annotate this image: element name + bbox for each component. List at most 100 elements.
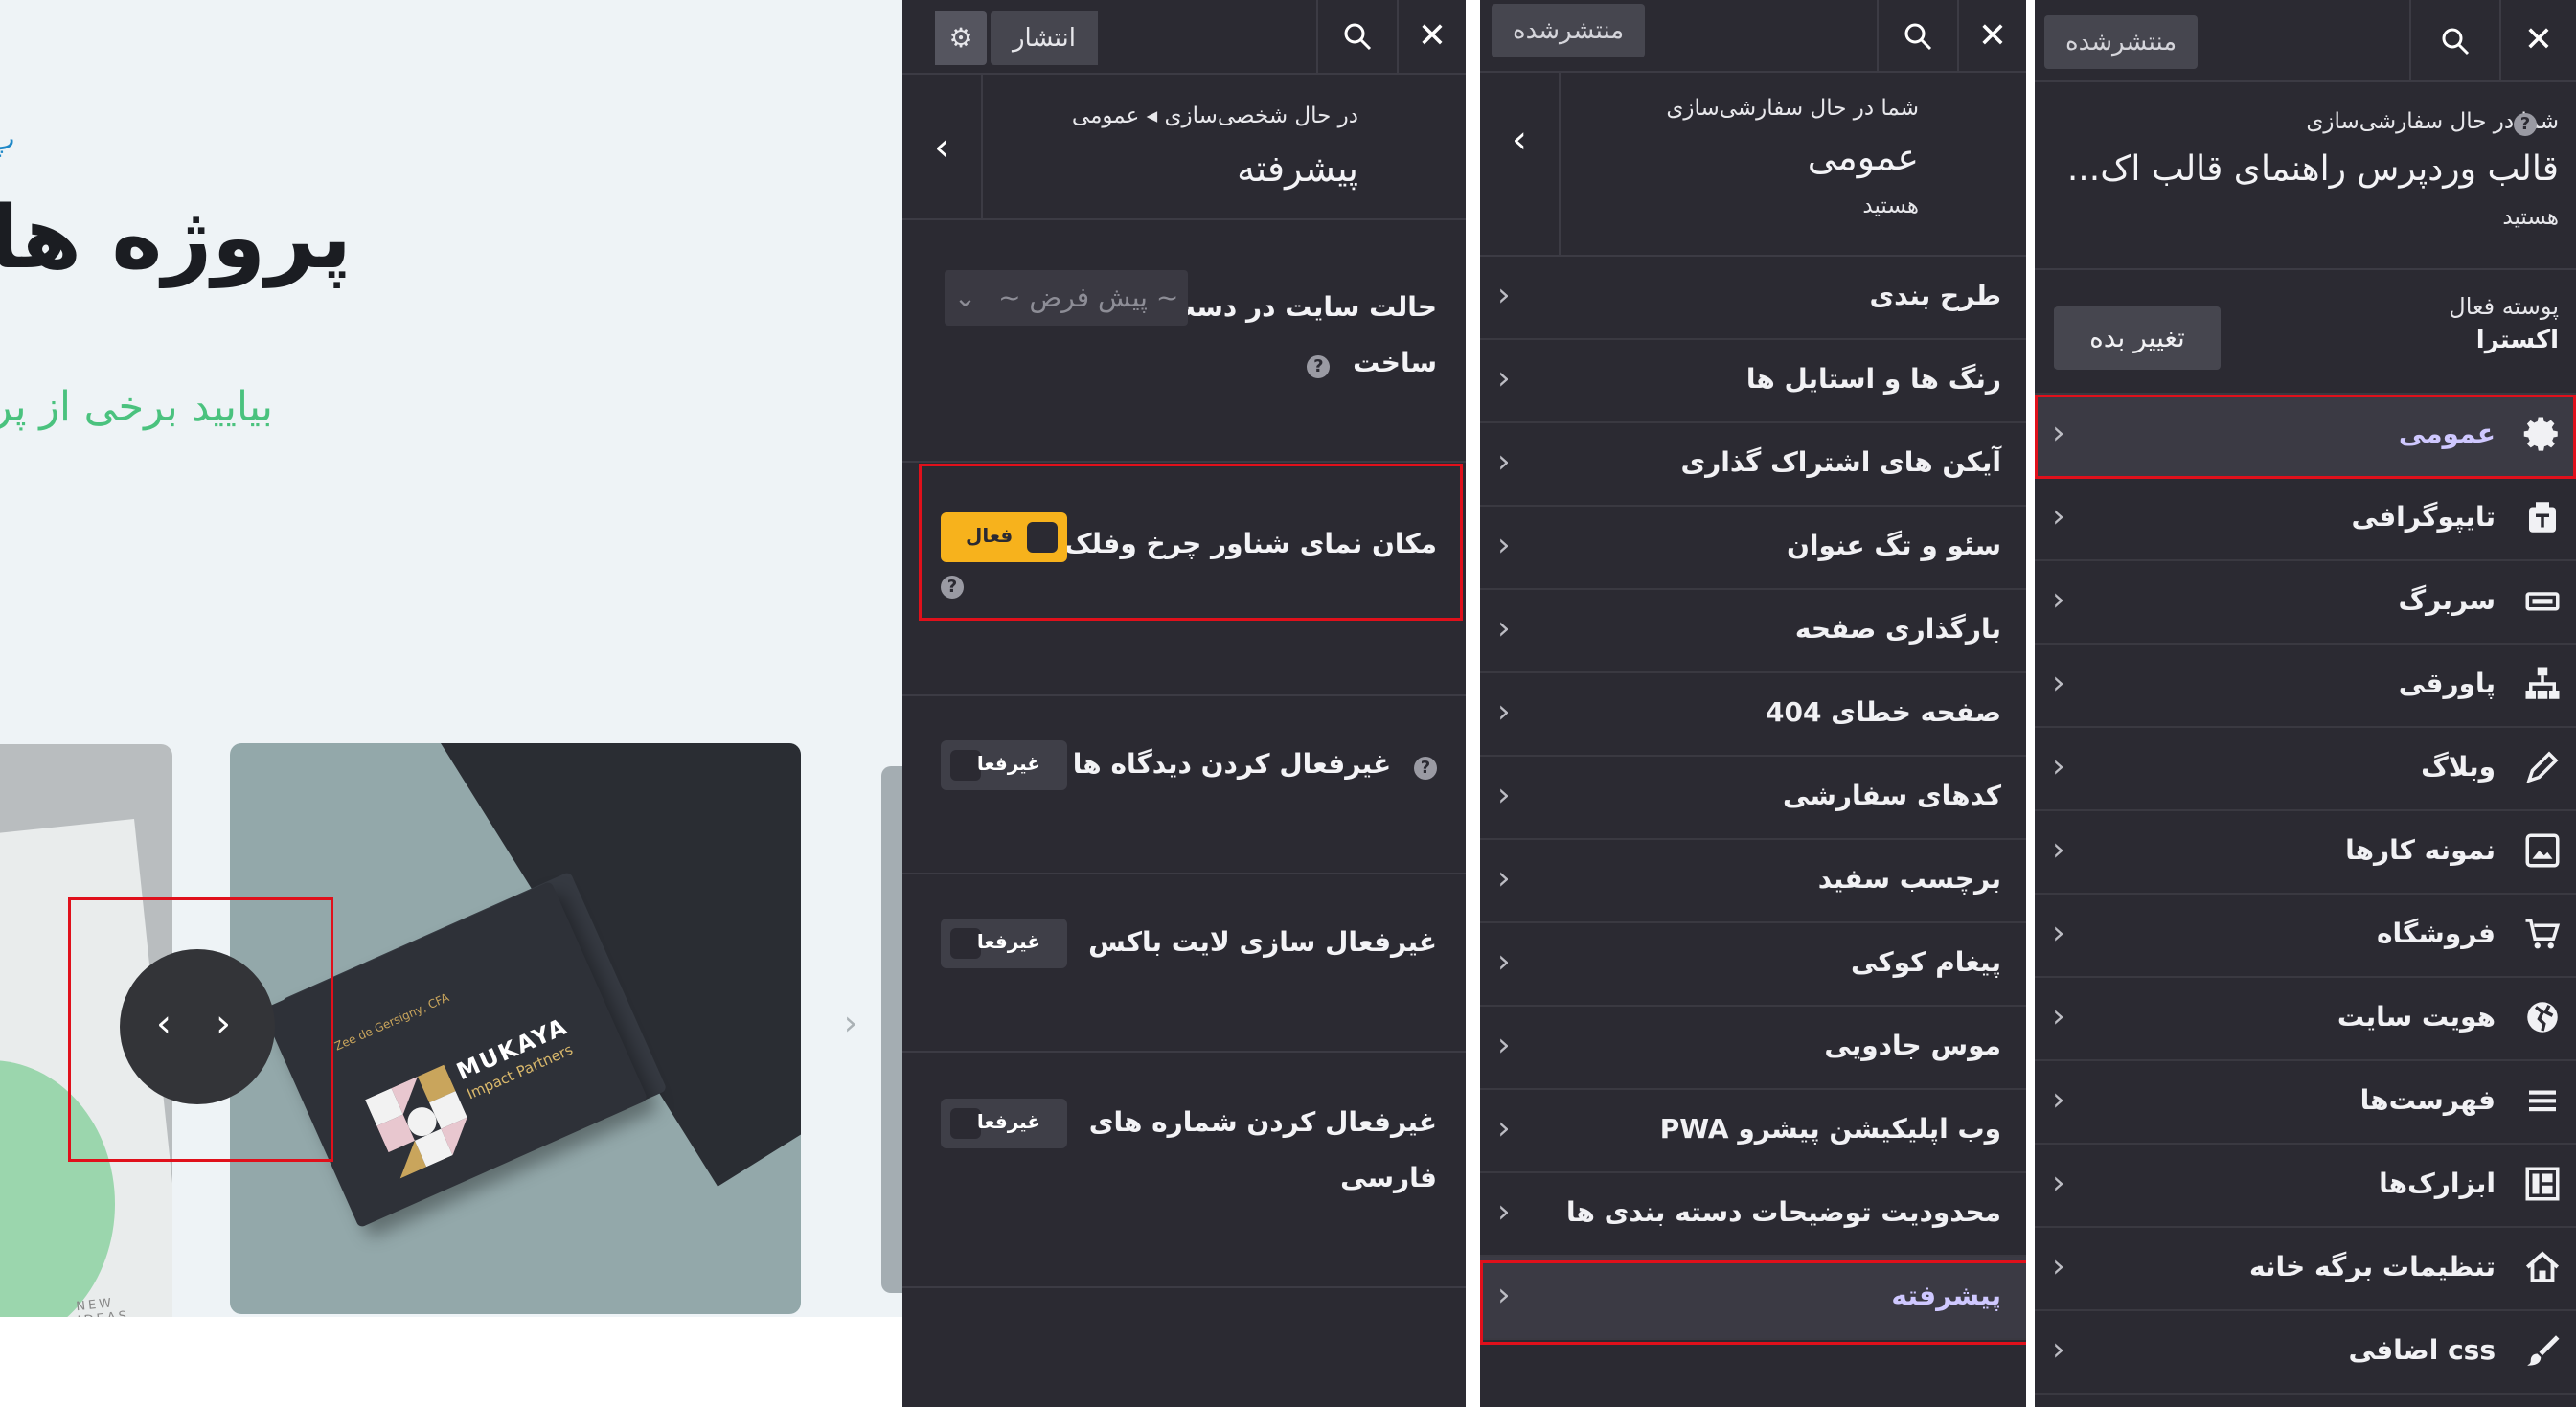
cart-icon [2525,919,2561,949]
publish-settings-button[interactable]: ⚙ [935,11,987,65]
menu-item-white-label[interactable]: برچسب سفید ‹ [1480,840,2026,923]
close-button[interactable]: ✕ [1397,0,1466,73]
section-header: › در حال شخصی‌سازی ◂ عمومی پیشرفته [902,75,1466,220]
toggle-state: فعال [966,524,1014,547]
option-row-disable-lightbox: غیرفعال سازی لایت باکس غیرفعا [902,874,1466,1053]
panel-divider [2026,0,2035,1407]
menu-item-widgets[interactable]: ابزارک‌ها ‹ [2035,1145,2576,1228]
toggle-switch[interactable]: غیرفعا [941,1099,1067,1148]
chevron-left-icon: ‹ [2052,497,2065,535]
menu-item-advanced[interactable]: پیشرفته ‹ [1480,1257,2026,1340]
menu-item-general[interactable]: عمومی ‹ [2035,395,2576,478]
pencil-icon [2526,751,2559,783]
chevron-left-icon[interactable]: ‹ [156,1002,171,1046]
option-label: ? غیرفعال کردن دیدگاه ها [1073,737,1437,792]
close-button[interactable]: ✕ [1957,0,2026,73]
menu-item-share-icons[interactable]: آیکن های اشتراک گذاری ‹ [1480,423,2026,507]
search-button[interactable] [1877,0,1957,73]
customizer-panel-advanced: ✕ انتشار ⚙ › در حال شخصی‌سازی ◂ عمومی پی… [902,0,1466,1407]
chevron-left-icon: ‹ [1497,359,1511,397]
menu-item-menus[interactable]: فهرست‌ها ‹ [2035,1061,2576,1145]
site-mode-select[interactable]: ~ پیش فرض ~ ⌄ [945,270,1188,326]
menu-item-homepage-settings[interactable]: تنظیمات برگه خانه ‹ [2035,1228,2576,1311]
option-label: غیرفعال سازی لایت باکس [1088,926,1437,958]
chevron-left-icon: ‹ [1497,776,1511,814]
chevron-right-icon: › [1512,118,1527,162]
carousel-float-cursor[interactable]: ‹ › [120,949,275,1104]
help-icon[interactable]: ? [941,576,964,599]
toggle-switch[interactable]: فعال [941,512,1067,562]
help-icon[interactable]: ? [1414,757,1437,780]
menu-item-custom-code[interactable]: کدهای سفارشی ‹ [1480,757,2026,840]
help-icon[interactable]: ? [1307,355,1331,378]
portfolio-card-right[interactable] [881,766,902,1293]
chevron-left-icon: ‹ [2052,914,2065,952]
section-title: پیشرفته [1237,148,1358,190]
menu-item-header[interactable]: سربرگ ‹ [2035,561,2576,645]
chevron-right-icon[interactable]: › [216,1002,231,1046]
globe-icon [2527,1002,2558,1033]
back-button[interactable]: › [1480,73,1561,255]
search-icon [1904,23,1932,51]
toggle-switch[interactable]: غیرفعا [941,919,1067,968]
chevron-left-icon: ‹ [2052,664,2065,702]
menu-item-additional-css[interactable]: css اضافی ‹ [2035,1311,2576,1395]
toggle-state: غیرفعا [976,1110,1040,1133]
menu-item-layout[interactable]: طرح بندی ‹ [1480,257,2026,340]
search-button[interactable] [2409,0,2499,80]
option-label-2: فارسی [1340,1162,1437,1193]
help-icon[interactable]: ? [2514,113,2537,136]
active-skin-value: اکسترا [2475,326,2559,354]
chevron-left-icon: ‹ [1497,859,1511,897]
option-label: غیرفعال کردن شماره های [1088,1106,1437,1138]
chevron-left-icon: ‹ [2052,1330,2065,1369]
menu-item-footer[interactable]: پاورقی ‹ [2035,645,2576,728]
toggle-knob [1027,522,1058,553]
close-button[interactable]: ✕ [2499,0,2576,80]
menu-item-portfolio[interactable]: نمونه کارها ‹ [2035,811,2576,895]
menu-item-blog[interactable]: وبلاگ ‹ [2035,728,2576,811]
menu-item-typography[interactable]: تایپوگرافی ‹ [2035,478,2576,561]
chevron-left-icon: ‹ [2052,1080,2065,1119]
publish-button[interactable]: انتشار [991,11,1098,65]
menu-item-magic-mouse[interactable]: موس جادویی ‹ [1480,1007,2026,1090]
search-button[interactable] [1316,0,1397,73]
active-skin-label: پوسته فعال [2449,293,2559,320]
menu-item-404[interactable]: صفحه خطای 404 ‹ [1480,673,2026,757]
menu-item-page-loading[interactable]: بارگذاری صفحه ‹ [1480,590,2026,673]
general-menu-list: طرح بندی ‹ رنگ ها و استایل ها ‹ آیکن های ا… [1480,257,2026,1340]
menu-item-pwa[interactable]: وب اپلیکیشن پیشرو PWA ‹ [1480,1090,2026,1173]
main-menu-list: عمومی ‹ تایپوگرافی ‹ سربرگ ‹ پاورقی ‹ وبلاگ ‹… [2035,393,2576,1395]
business-card-name: Zee de Gersigny, CFA [332,990,451,1054]
search-icon [1344,23,1372,51]
status-button[interactable]: منتشرشده [2044,15,2199,69]
home-icon [2525,1251,2560,1282]
status-button[interactable]: منتشرشده [1492,4,1646,57]
widgets-icon [2525,1167,2560,1201]
breadcrumb: در حال شخصی‌سازی ◂ عمومی [1071,103,1358,128]
menu-item-colors[interactable]: رنگ ها و استایل ها ‹ [1480,340,2026,423]
section-title: عمومی [1807,136,1919,178]
menu-item-shop[interactable]: فروشگاه ‹ [2035,895,2576,978]
customizing-suffix: هستید [2502,205,2559,230]
chevron-left-icon: ‹ [2052,997,2065,1035]
back-button[interactable]: › [902,75,983,218]
chevron-left-icon: ‹ [1497,609,1511,647]
site-mode-label: حالت سایت در دست [1168,291,1437,323]
option-row-carousel-cursor: مکان نمای شناور چرخ وفلک ? فعال [902,463,1466,696]
menu-item-seo[interactable]: سئو و تگ عنوان ‹ [1480,507,2026,590]
chevron-left-icon: ‹ [2052,414,2065,452]
menu-item-category-desc[interactable]: محدودیت توضیحات دسته بندی ها ‹ [1480,1173,2026,1257]
carousel-next-arrow[interactable]: › [836,1004,865,1046]
menu-item-site-identity[interactable]: هویت سایت ‹ [2035,978,2576,1061]
menu-item-cookie[interactable]: پیغام کوکی ‹ [1480,923,2026,1007]
chevron-left-icon: ‹ [1497,942,1511,981]
toggle-switch[interactable]: غیرفعا [941,740,1067,790]
portfolio-card-main[interactable]: Zee de Gersigny, CFA MUKAYA Impact Partn… [230,743,801,1314]
change-skin-button[interactable]: تغییر بده [2054,306,2221,370]
preview-title: پروژه های [0,188,352,288]
gear-icon [2523,417,2558,451]
chevron-left-icon: ‹ [1497,692,1511,731]
panel-topbar: ✕ منتشرشده [2035,0,2576,82]
chevron-left-icon: ‹ [2052,1247,2065,1285]
